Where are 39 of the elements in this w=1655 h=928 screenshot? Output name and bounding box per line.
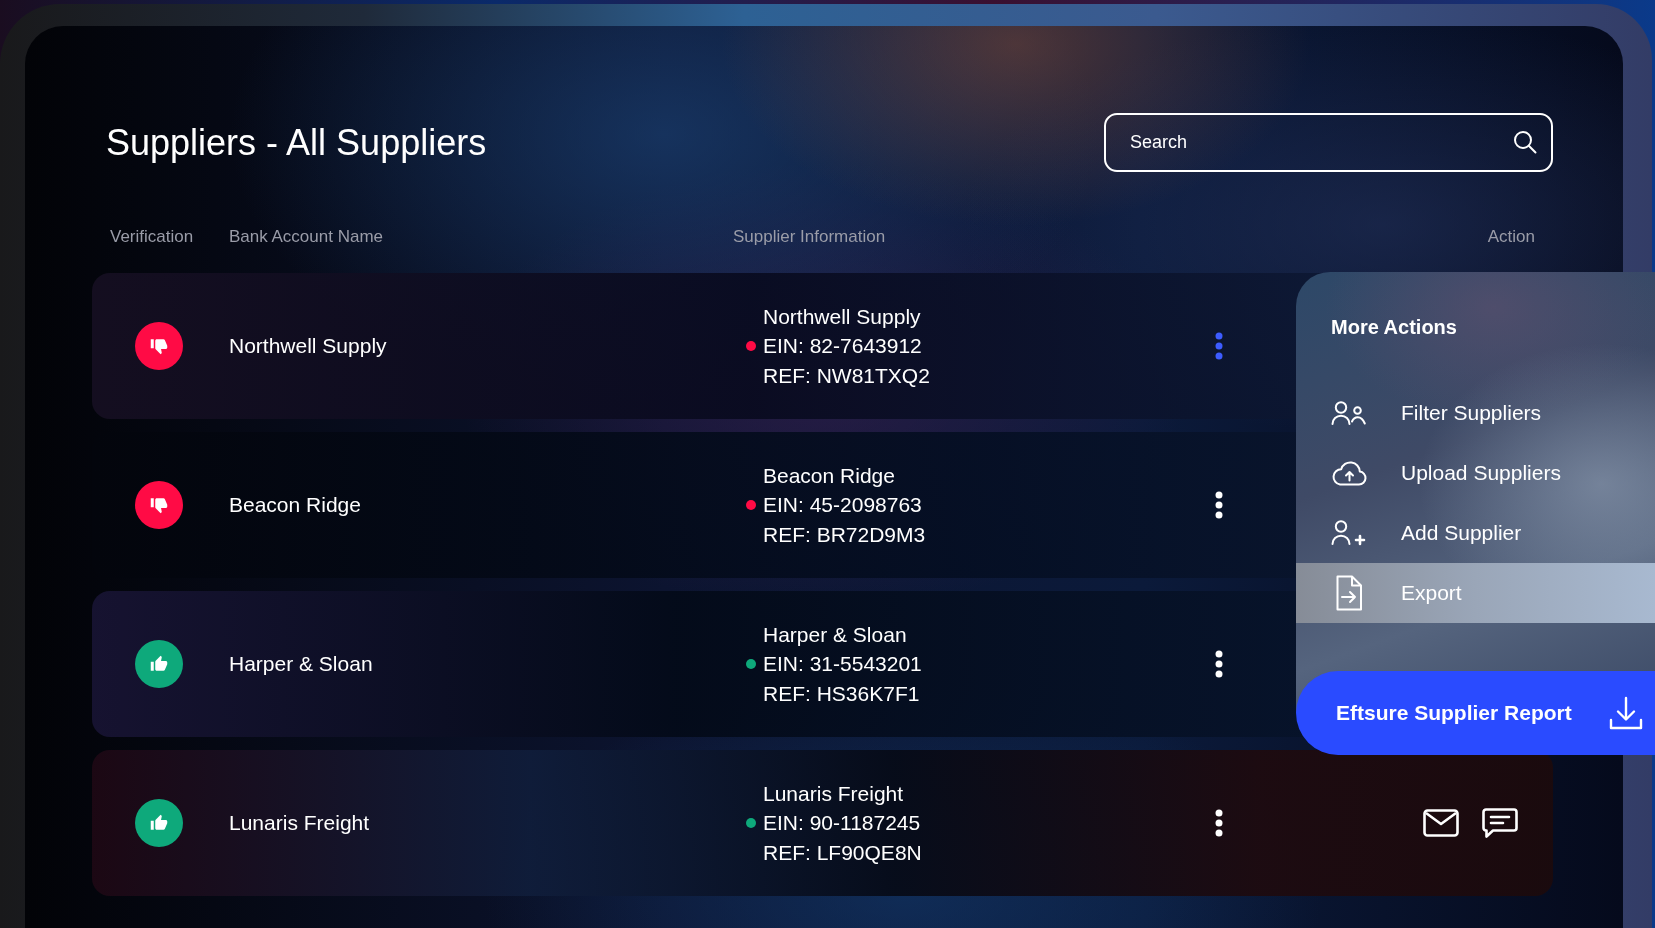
menu-title: More Actions (1330, 315, 1458, 339)
vertical-dots-icon[interactable] (1215, 809, 1223, 837)
vertical-dots-icon[interactable] (1215, 491, 1223, 519)
menu-item[interactable]: Upload Suppliers (1296, 443, 1655, 503)
search-field[interactable]: Search (1104, 113, 1553, 172)
column-header: Action (1487, 226, 1535, 248)
vertical-dots-icon[interactable] (1215, 332, 1223, 360)
file-arrow-icon (1335, 575, 1363, 611)
bank-account-name: Beacon Ridge (229, 493, 361, 516)
people-icon (1331, 401, 1367, 425)
column-header: Verification (110, 226, 195, 248)
ref-text: REF: LF90QE8N (763, 839, 922, 866)
supplier-name: Beacon Ridge (763, 462, 896, 489)
ein-text: EIN: 45-2098763 (763, 492, 923, 519)
menu-item[interactable]: Add Supplier (1296, 503, 1655, 563)
download-icon (1609, 696, 1643, 730)
report-button[interactable]: Eftsure Supplier Report (1296, 671, 1655, 755)
ref-text: REF: BR72D9M3 (763, 521, 926, 548)
chat-icon[interactable] (1482, 808, 1518, 838)
ein-text: EIN: 82-7643912 (763, 333, 923, 360)
ein-text: EIN: 31-5543201 (763, 651, 922, 678)
vertical-dots-icon[interactable] (1215, 650, 1223, 678)
envelope-icon[interactable] (1423, 809, 1459, 837)
bank-account-name: Lunaris Freight (229, 811, 370, 834)
supplier-name: Northwell Supply (763, 303, 922, 330)
ref-text: REF: HS36K7F1 (763, 680, 921, 707)
supplier-name: Harper & Sloan (763, 621, 908, 648)
menu-item[interactable]: Filter Suppliers (1296, 383, 1655, 443)
add-person-icon (1331, 520, 1367, 546)
search-icon[interactable] (1513, 130, 1537, 154)
bank-account-name: Northwell Supply (229, 334, 387, 357)
ein-text: EIN: 90-1187245 (763, 810, 922, 837)
page-title: Suppliers - All Suppliers (106, 120, 487, 165)
bank-account-name: Harper & Sloan (229, 652, 373, 675)
column-header: Supplier Information (733, 226, 887, 248)
ref-text: REF: NW81TXQ2 (763, 362, 930, 389)
cloud-upload-icon (1331, 460, 1367, 486)
column-header: Bank Account Name (229, 226, 385, 248)
supplier-name: Lunaris Freight (763, 780, 905, 807)
